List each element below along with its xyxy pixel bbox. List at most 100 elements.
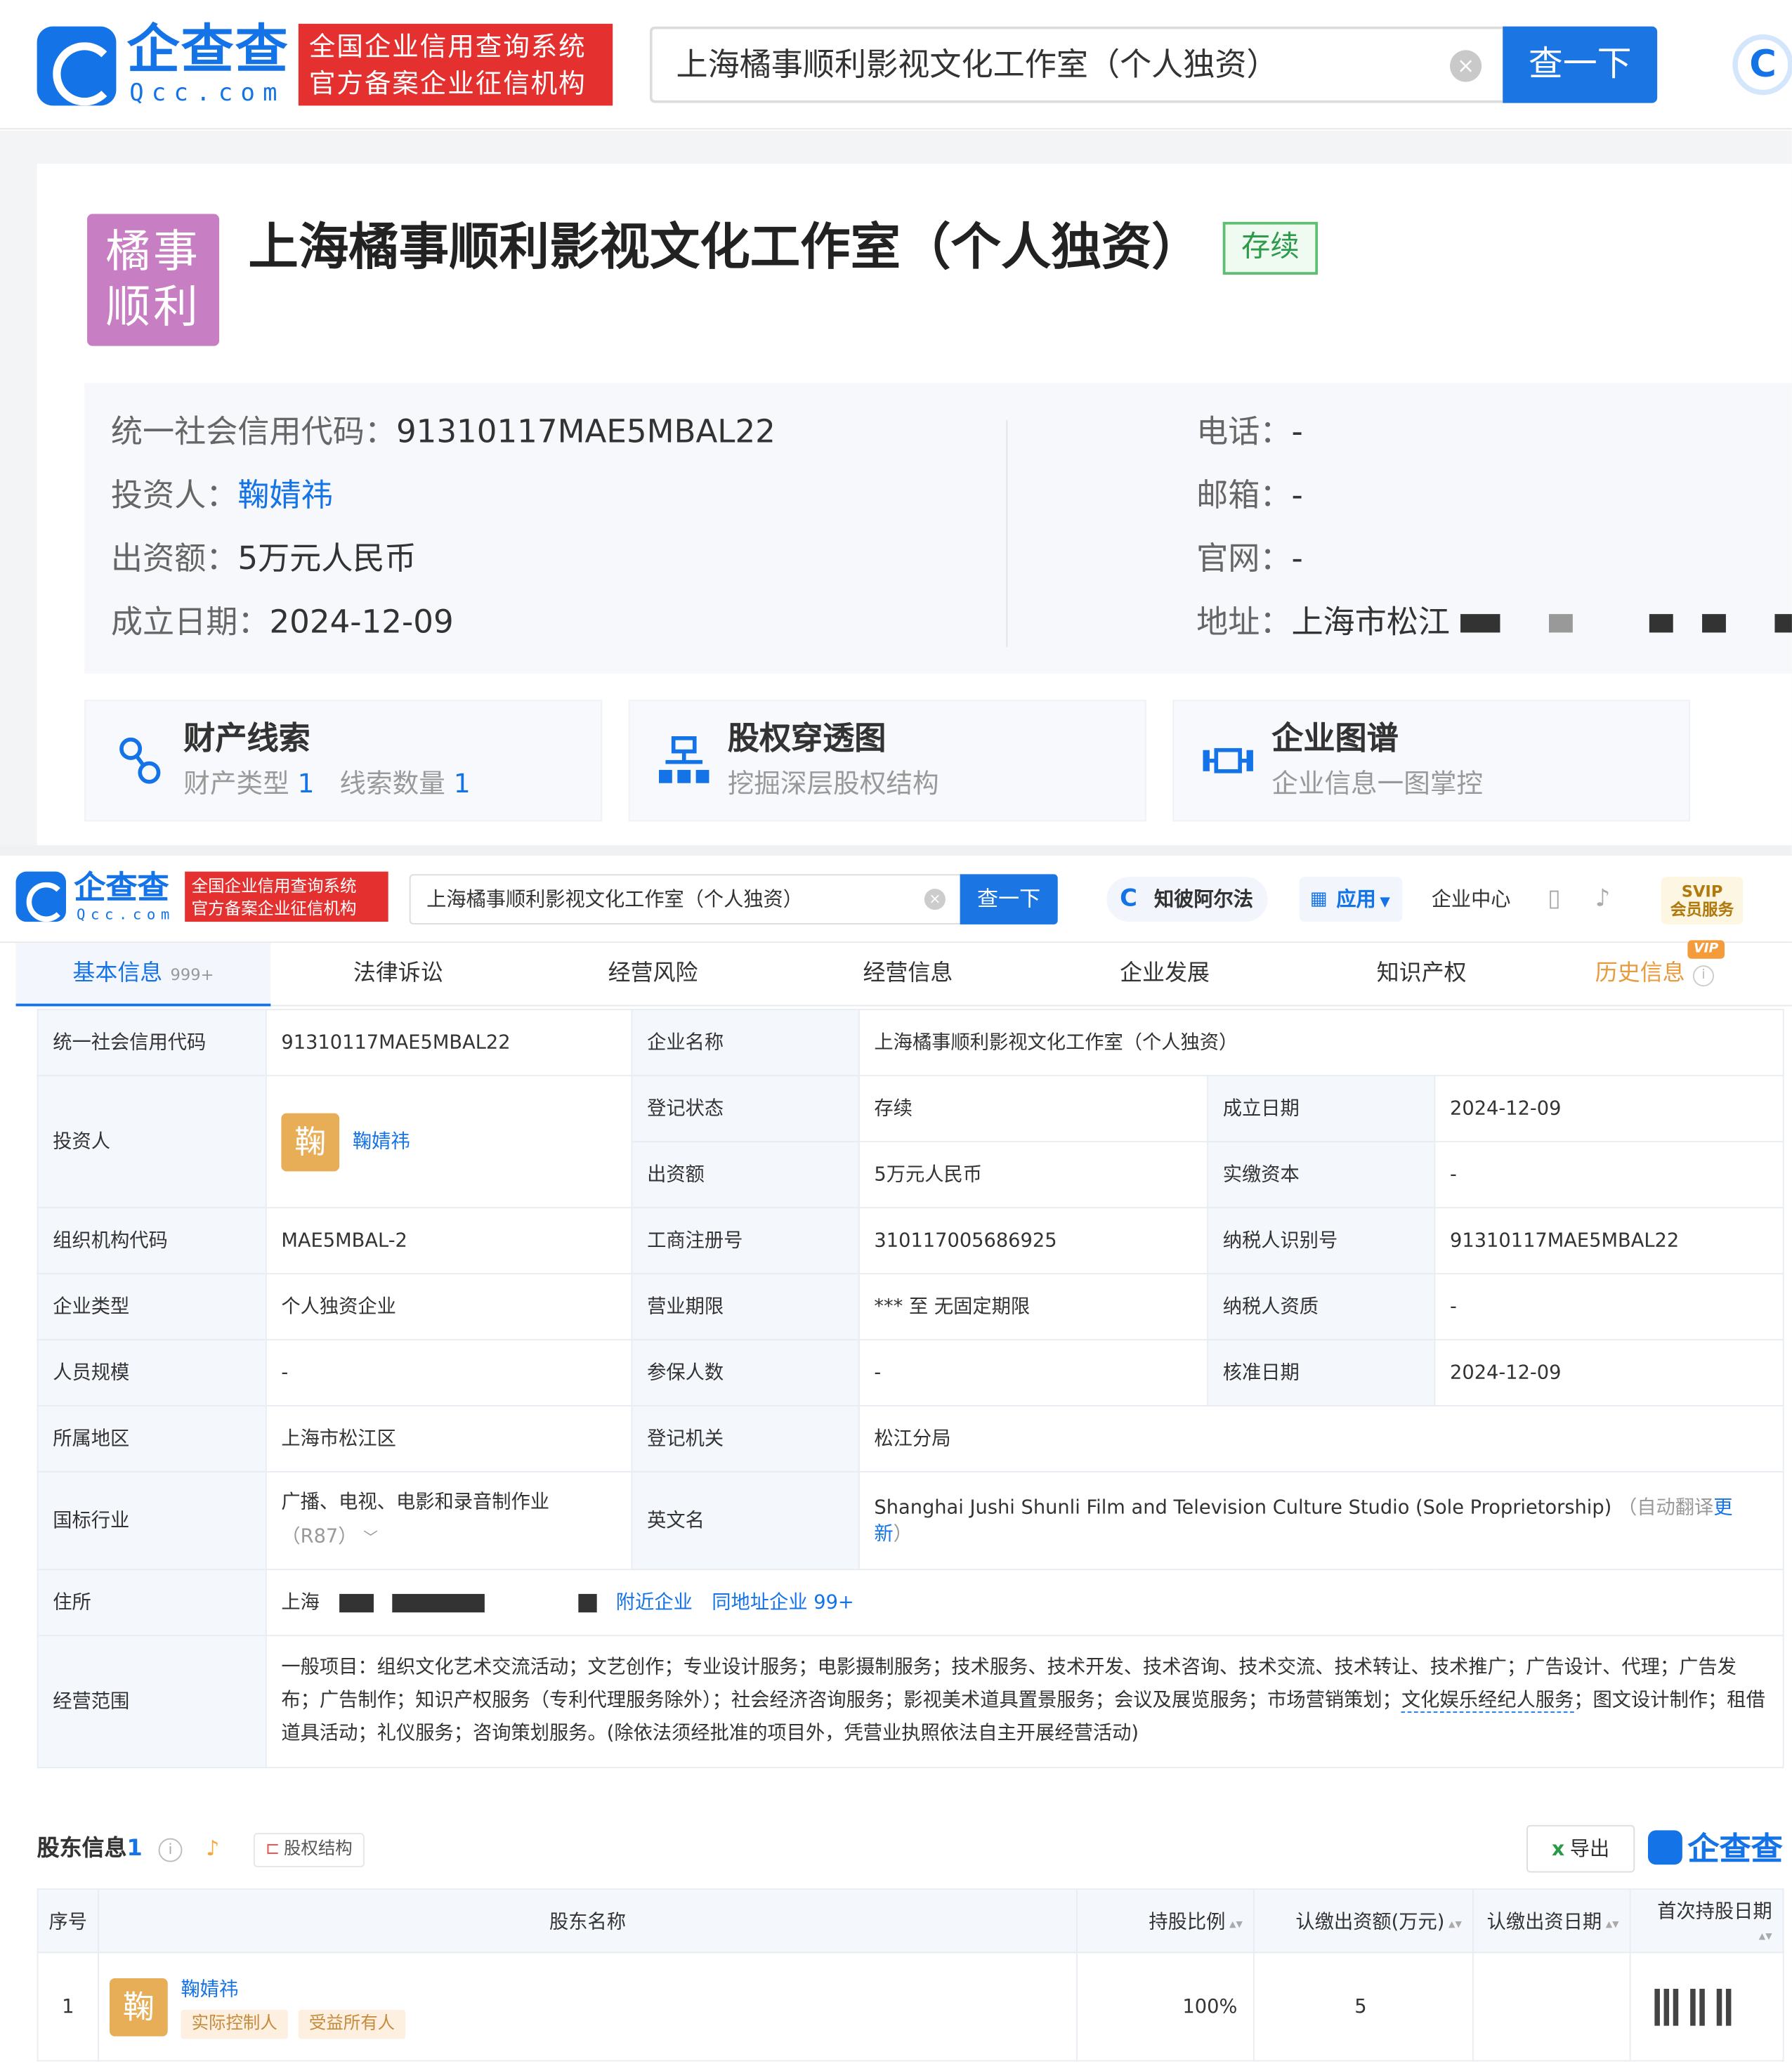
col-amount-label: 认缴出资额(万元) [1295, 1912, 1445, 1934]
feature-card-equity-chart[interactable]: 股权穿透图 挖掘深层股权结构 [628, 700, 1146, 822]
table-row: 企业类型 个人独资企业 营业期限 *** 至 无固定期限 纳税人资质 - [37, 1273, 1784, 1340]
taxpayer-id-value: 91310117MAE5MBAL22 [1434, 1207, 1784, 1275]
tab-label: 历史信息 [1595, 960, 1685, 987]
redacted-mark [1673, 1988, 1679, 2025]
tab-operations[interactable]: 经营信息 [780, 943, 1035, 1006]
header-search-input[interactable]: 上海橘事顺利影视文化工作室（个人独资） [409, 874, 962, 925]
credit-code-row: 统一社会信用代码：91310117MAE5MBAL22 [111, 412, 776, 451]
shareholders-title: 股东信息1 [37, 1830, 143, 1867]
feature-subtitle: 企业信息一图掌控 [1271, 767, 1484, 799]
tab-legal[interactable]: 法律诉讼 [270, 943, 525, 1006]
credit-code-value: 91310117MAE5MBAL22 [265, 1009, 633, 1077]
tab-ip[interactable]: 知识产权 [1294, 943, 1549, 1006]
taxpayer-id-label: 纳税人识别号 [1207, 1207, 1436, 1275]
vip-badge: VIP [1687, 940, 1725, 959]
investor-link[interactable]: 鞠婧祎 [353, 1131, 410, 1152]
shareholder-name-link[interactable]: 鞠婧祎 [181, 1974, 417, 2001]
reg-status-label: 登记状态 [631, 1075, 860, 1143]
col-ratio[interactable]: 持股比例 ▴▾ [1076, 1888, 1255, 1954]
bell-icon[interactable]: ♪ [1595, 877, 1611, 922]
svip-button[interactable]: SVIP 会员服务 [1661, 877, 1744, 925]
equity-structure-button[interactable]: ⊏ 股权结构 [253, 1833, 365, 1868]
same-address-link[interactable]: 同地址企业 99+ [712, 1592, 854, 1613]
asset-type-count: 1 [297, 767, 315, 799]
asset-type-label: 财产类型 [183, 767, 289, 799]
ratio-value: 100% [1076, 1952, 1255, 2062]
tab-basic-info[interactable]: 基本信息 999+ [15, 943, 271, 1007]
company-title: 上海橘事顺利影视文化工作室（个人独资） [248, 218, 1202, 276]
search-input[interactable]: 上海橘事顺利影视文化工作室（个人独资） [649, 26, 1503, 103]
tab-history[interactable]: 历史信息 i [1549, 943, 1760, 1006]
clue-count-label: 线索数量 [339, 767, 445, 799]
bell-icon[interactable]: ♪ [206, 1836, 219, 1861]
info-icon: i [1692, 965, 1714, 987]
authority-label: 登记机关 [631, 1405, 860, 1472]
brand-domain: Qcc.com [129, 79, 285, 107]
redacted-mark [1725, 1988, 1732, 2025]
watermark-text: 企查查 [1687, 1830, 1783, 1868]
tax-qual-label: 纳税人资质 [1207, 1273, 1436, 1340]
org-code-value: MAE5MBAL-2 [265, 1207, 633, 1275]
shareholder-cell: 鞠 鞠婧祎 实际控制人 受益所有人 [98, 1952, 1078, 2062]
feature-card-asset-clues[interactable]: 财产线索 财产类型 1 线索数量 1 [84, 700, 603, 822]
investor-avatar: 鞠 [281, 1112, 340, 1171]
table-row: 投资人 鞠鞠婧祎 登记状态 存续 成立日期 2024-12-09 [37, 1075, 1784, 1209]
scope-term-link[interactable]: 文化娱乐经纪人服务 [1401, 1690, 1574, 1713]
redacted-mark [1649, 614, 1673, 633]
search-button[interactable]: 查一下 [1503, 26, 1658, 103]
mobile-icon[interactable]: ▯ [1548, 877, 1561, 922]
beneficiary-tag: 受益所有人 [298, 2010, 406, 2039]
founded-value: 2024-12-09 [269, 603, 454, 641]
alpha-logo-icon: C [1120, 884, 1137, 913]
website-label: 官网： [1196, 540, 1292, 577]
apps-menu-button[interactable]: ▦ 应用 ▼ [1299, 877, 1403, 922]
chevron-down-icon: ﹀ [363, 1529, 378, 1547]
email-value: - [1291, 476, 1303, 514]
clear-icon[interactable]: × [924, 889, 946, 910]
assistant-logo-icon[interactable]: C [1732, 34, 1792, 96]
brand-name: 企查查 [74, 868, 169, 906]
feature-subtitle: 挖掘深层股权结构 [727, 767, 939, 799]
zhibi-alpha-button[interactable]: C 知彼阿尔法 [1106, 877, 1268, 922]
founded-label: 成立日期： [110, 603, 270, 641]
shareholders-title-text: 股东信息 [37, 1835, 127, 1862]
export-button[interactable]: x 导出 [1526, 1824, 1635, 1873]
redacted-mark [339, 1593, 374, 1612]
reg-status-value: 存续 [858, 1075, 1209, 1143]
clear-icon[interactable]: × [1450, 50, 1482, 82]
table-header-row: 序号 股东名称 持股比例 ▴▾ 认缴出资额(万元) ▴▾ 认缴出资日期 ▴▾ 首次持股… [37, 1888, 1784, 1954]
address-label: 地址： [1196, 603, 1292, 641]
date-value [1472, 1952, 1631, 2062]
industry-code-toggle[interactable]: （R87） ﹀ [281, 1524, 616, 1551]
chevron-down-icon: ▼ [1380, 895, 1390, 910]
nearby-companies-link[interactable]: 附近企业 [616, 1592, 693, 1613]
table-row: 所属地区 上海市松江区 登记机关 松江分局 [37, 1405, 1784, 1472]
sort-icon: ▴▾ [1758, 1929, 1772, 1945]
equity-structure-label: 股权结构 [283, 1839, 353, 1860]
investor-link[interactable]: 鞠婧祎 [237, 477, 332, 514]
qcc-logo-icon[interactable] [37, 26, 117, 106]
feature-card-enterprise-graph[interactable]: 企业图谱 企业信息一图掌控 [1172, 700, 1691, 822]
tab-risk[interactable]: 经营风险 [525, 943, 780, 1006]
info-icon[interactable]: i [158, 1838, 183, 1862]
biz-reg-no-value: 310117005686925 [858, 1207, 1209, 1275]
feature-title: 企业图谱 [1271, 719, 1399, 757]
address-label: 住所 [37, 1569, 267, 1637]
founded-value: 2024-12-09 [1434, 1075, 1784, 1143]
tab-development[interactable]: 企业发展 [1035, 943, 1294, 1006]
official-badge: 全国企业信用查询系统 官方备案企业征信机构 [298, 23, 613, 106]
qcc-logo-icon [1647, 1830, 1682, 1865]
industry-code: （R87） [281, 1527, 358, 1548]
auto-translate-note: （自动翻译 [1617, 1496, 1714, 1518]
redacted-mark [1654, 1988, 1660, 2025]
col-first-date[interactable]: 首次持股日期 ▴▾ [1629, 1888, 1784, 1954]
table-row: 组织机构代码 MAE5MBAL-2 工商注册号 310117005686925 … [37, 1207, 1784, 1275]
org-code-label: 组织机构代码 [37, 1207, 267, 1275]
table-row: 统一社会信用代码 91310117MAE5MBAL22 企业名称 上海橘事顺利影… [37, 1009, 1784, 1077]
col-amount[interactable]: 认缴出资额(万元) ▴▾ [1253, 1888, 1474, 1954]
header-search-button[interactable]: 查一下 [960, 874, 1058, 925]
enterprise-center-link[interactable]: 企业中心 [1432, 877, 1511, 922]
col-date[interactable]: 认缴出资日期 ▴▾ [1472, 1888, 1631, 1954]
qcc-logo-icon[interactable] [15, 871, 66, 922]
company-name-value: 上海橘事顺利影视文化工作室（个人独资） [858, 1009, 1784, 1077]
